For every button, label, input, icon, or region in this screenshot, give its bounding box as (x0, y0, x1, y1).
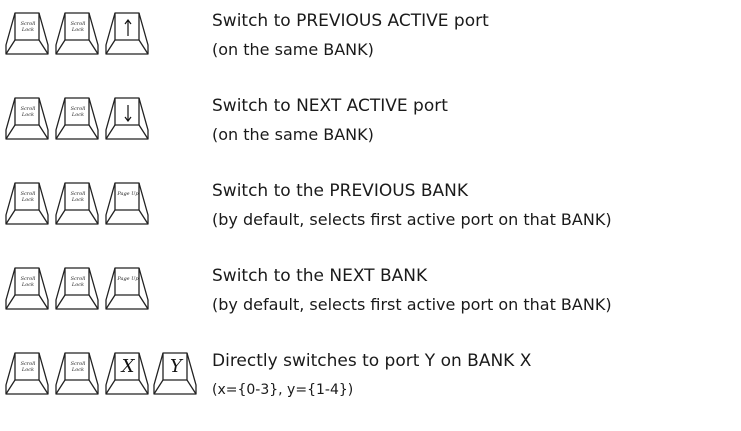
keycap-outline (55, 267, 99, 310)
keycap-outline (105, 182, 149, 225)
action-note: (on the same BANK) (212, 40, 374, 59)
action-note: (on the same BANK) (212, 125, 374, 144)
keycap-outline (55, 352, 99, 395)
page-up-key: Page Up (104, 265, 150, 311)
action-note: (by default, selects first active port o… (212, 210, 612, 229)
action-note: (x={0-3}, y={1-4}) (212, 382, 354, 398)
scroll-lock-key: Scroll Lock (4, 350, 50, 396)
hotkey-row-direct-switch: Scroll Lock Scroll Lock X Y Directly swi… (0, 350, 741, 410)
scroll-lock-key: Scroll Lock (54, 10, 100, 56)
keycap-outline (55, 182, 99, 225)
action-title: Switch to NEXT ACTIVE port (212, 96, 448, 116)
arrow-up-key (104, 10, 150, 56)
scroll-lock-key: Scroll Lock (54, 265, 100, 311)
action-title: Switch to PREVIOUS ACTIVE port (212, 11, 489, 31)
action-title: Directly switches to port Y on BANK X (212, 351, 532, 371)
keycap-outline (105, 267, 149, 310)
scroll-lock-key: Scroll Lock (4, 10, 50, 56)
keycap-outline (5, 352, 49, 395)
action-title: Switch to the PREVIOUS BANK (212, 181, 469, 201)
scroll-lock-key: Scroll Lock (4, 95, 50, 141)
keycap-outline (5, 182, 49, 225)
arrow-up-icon (124, 19, 132, 36)
action-title: Switch to the NEXT BANK (212, 266, 428, 286)
y-key: Y (152, 350, 198, 396)
keycap-outline (5, 12, 49, 55)
hotkey-row-previous-active-port: Scroll Lock Scroll Lock Switch to PREVIO… (0, 10, 741, 70)
hotkey-row-next-bank: Scroll Lock Scroll Lock Page Up Switch t… (0, 265, 741, 325)
keycap-outline (55, 97, 99, 140)
action-note: (by default, selects first active port o… (212, 295, 612, 314)
scroll-lock-key: Scroll Lock (4, 265, 50, 311)
scroll-lock-key: Scroll Lock (54, 350, 100, 396)
hotkey-row-previous-bank: Scroll Lock Scroll Lock Page Up Switch t… (0, 180, 741, 240)
keycap-outline (5, 97, 49, 140)
scroll-lock-key: Scroll Lock (54, 180, 100, 226)
scroll-lock-key: Scroll Lock (4, 180, 50, 226)
scroll-lock-key: Scroll Lock (54, 95, 100, 141)
keycap-outline (55, 12, 99, 55)
hotkey-row-next-active-port: Scroll Lock Scroll Lock Switch to NEXT A… (0, 95, 741, 155)
x-key: X (104, 350, 150, 396)
arrow-down-icon (124, 105, 132, 122)
page-up-key: Page Up (104, 180, 150, 226)
keycap-outline (5, 267, 49, 310)
hotkey-reference: Scroll Lock Scroll Lock Switch to PREVIO… (0, 0, 741, 431)
arrow-down-key (104, 95, 150, 141)
